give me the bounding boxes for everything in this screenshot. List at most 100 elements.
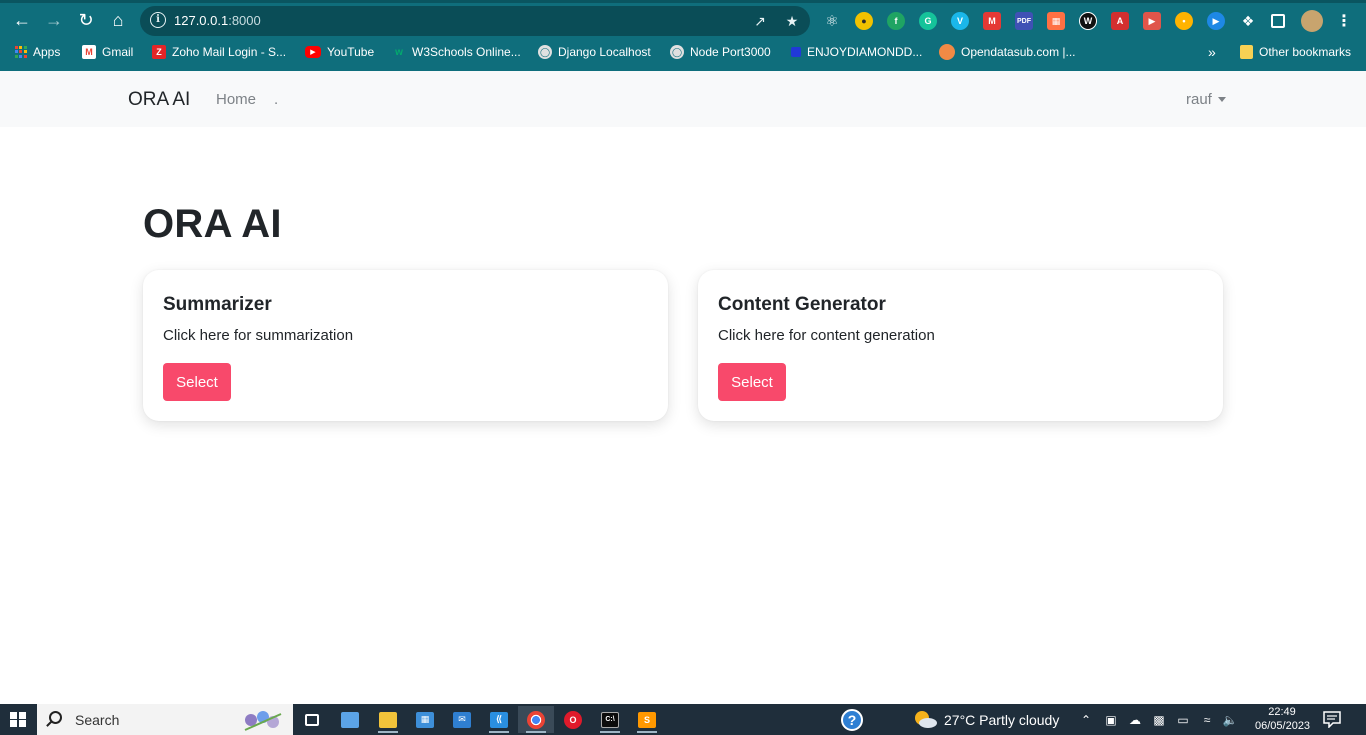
security-icon[interactable]: ▩ bbox=[1151, 712, 1167, 728]
bookmark-star-icon[interactable]: ★ bbox=[782, 11, 802, 31]
battery-icon[interactable]: ▭ bbox=[1175, 712, 1191, 728]
green-extension-icon[interactable]: f bbox=[887, 12, 905, 30]
multicolor-extension-icon[interactable]: • bbox=[1175, 12, 1193, 30]
pdf-extension-icon[interactable]: PDF bbox=[1015, 12, 1033, 30]
vimeo-icon[interactable]: V bbox=[951, 12, 969, 30]
grammarly-icon[interactable]: G bbox=[919, 12, 937, 30]
summarizer-select-button[interactable]: Select bbox=[163, 363, 231, 401]
bookmark-w3schools[interactable]: w W3Schools Online... bbox=[392, 43, 521, 61]
side-panel-icon[interactable] bbox=[1271, 14, 1285, 28]
content-generator-select-button[interactable]: Select bbox=[718, 363, 786, 401]
bookmark-label: W3Schools Online... bbox=[412, 45, 521, 59]
bookmark-gmail[interactable]: M Gmail bbox=[82, 43, 133, 61]
other-bookmarks-folder[interactable]: Other bookmarks bbox=[1240, 43, 1351, 61]
browser-menu-icon[interactable]: ⋮ bbox=[1335, 12, 1353, 30]
url-port: :8000 bbox=[228, 13, 261, 28]
taskbar-app-mail[interactable]: ✉ bbox=[444, 706, 480, 733]
media-extension-icon[interactable]: ▶ bbox=[1207, 12, 1225, 30]
bookmark-label: Apps bbox=[33, 45, 61, 59]
taskbar-app-remote[interactable] bbox=[332, 706, 368, 733]
start-button[interactable] bbox=[0, 704, 36, 735]
user-dropdown[interactable]: rauf bbox=[1186, 91, 1226, 108]
search-icon bbox=[49, 711, 62, 724]
browser-chrome: ← → ↻ ⌂ i 127.0.0.1:8000 ↗ ★ ⚛ ● f G V M… bbox=[0, 0, 1366, 71]
taskbar-app-sublime[interactable]: S bbox=[629, 706, 665, 733]
meet-now-icon[interactable]: ▣ bbox=[1103, 712, 1119, 728]
taskbar-clock[interactable]: 22:49 06/05/2023 bbox=[1255, 705, 1311, 733]
react-devtools-icon[interactable]: ⚛ bbox=[823, 12, 841, 30]
chevron-up-icon[interactable]: ⌃ bbox=[1078, 712, 1094, 728]
onedrive-cloud-icon[interactable]: ☁ bbox=[1127, 712, 1143, 728]
windows-taskbar: Search ▦ ✉ ⟪ O C:\ S ? 27°C Partly cloud… bbox=[0, 704, 1366, 735]
running-indicator bbox=[526, 731, 546, 733]
search-label: Search bbox=[75, 712, 120, 728]
url-text[interactable]: 127.0.0.1:8000 bbox=[174, 13, 261, 28]
taskbar-app-opera[interactable]: O bbox=[555, 706, 591, 733]
bookmark-label: Django Localhost bbox=[558, 45, 651, 59]
opera-icon: O bbox=[564, 710, 582, 729]
folder-icon bbox=[1240, 45, 1253, 59]
bookmark-node[interactable]: ◯ Node Port3000 bbox=[670, 43, 771, 61]
url-host: 127.0.0.1 bbox=[174, 13, 229, 28]
profile-avatar[interactable] bbox=[1301, 10, 1323, 32]
globe-icon: ◯ bbox=[538, 45, 552, 59]
zoho-icon: Z bbox=[152, 45, 166, 59]
sublime-text-icon: S bbox=[638, 711, 656, 728]
w-extension-icon[interactable]: W bbox=[1079, 12, 1097, 30]
site-info-icon[interactable]: i bbox=[150, 12, 166, 28]
acrobat-icon[interactable]: A bbox=[1111, 12, 1129, 30]
monitor-icon bbox=[341, 711, 359, 728]
w3schools-icon: w bbox=[395, 46, 403, 58]
taskbar-search[interactable]: Search bbox=[37, 704, 293, 735]
taskbar-app-chrome[interactable] bbox=[518, 706, 554, 733]
more-bookmarks-button[interactable]: » bbox=[1208, 43, 1216, 61]
forward-arrow-icon[interactable]: → bbox=[42, 8, 66, 32]
bookmark-opendatasub[interactable]: Opendatasub.com |... bbox=[939, 43, 1076, 61]
mega-icon[interactable]: M bbox=[983, 12, 1001, 30]
taskbar-app-store[interactable]: ▦ bbox=[407, 706, 443, 733]
wifi-icon[interactable]: ≈ bbox=[1199, 712, 1215, 728]
diamond-icon bbox=[791, 47, 801, 57]
taskbar-app-vscode[interactable]: ⟪ bbox=[481, 706, 517, 733]
taskbar-app-file-explorer[interactable] bbox=[370, 706, 406, 733]
navbar-brand[interactable]: ORA AI bbox=[128, 89, 190, 111]
extensions-puzzle-icon[interactable]: ❖ bbox=[1239, 12, 1257, 30]
bookmarks-bar: Apps M Gmail Z Zoho Mail Login - S... ▶ … bbox=[0, 40, 1366, 64]
lightbulb-extension-icon[interactable]: ● bbox=[855, 12, 873, 30]
terminal-icon: C:\ bbox=[601, 711, 619, 728]
running-indicator bbox=[489, 731, 509, 733]
bookmark-label: YouTube bbox=[327, 45, 375, 59]
reload-icon[interactable]: ↻ bbox=[74, 8, 98, 32]
home-icon[interactable]: ⌂ bbox=[106, 8, 130, 32]
card-text: Click here for summarization bbox=[163, 327, 354, 344]
globe-icon: ◯ bbox=[670, 45, 684, 59]
taskbar-app-terminal[interactable]: C:\ bbox=[592, 706, 628, 733]
gmail-icon: M bbox=[82, 45, 96, 59]
bookmark-youtube[interactable]: ▶ YouTube bbox=[305, 43, 374, 61]
bookmark-label: ENJOYDIAMONDD... bbox=[807, 45, 923, 59]
page-title: ORA AI bbox=[143, 202, 282, 246]
task-view-button[interactable] bbox=[294, 706, 330, 733]
back-arrow-icon[interactable]: ← bbox=[10, 8, 34, 32]
bookmark-zoho[interactable]: Z Zoho Mail Login - S... bbox=[152, 43, 286, 61]
clock-date: 06/05/2023 bbox=[1255, 720, 1311, 732]
bookmark-django[interactable]: ◯ Django Localhost bbox=[538, 43, 651, 61]
bookmark-apps[interactable]: Apps bbox=[14, 43, 60, 61]
card-title: Summarizer bbox=[163, 294, 272, 315]
address-bar[interactable]: i 127.0.0.1:8000 ↗ ★ bbox=[140, 6, 810, 36]
audio-extension-icon[interactable]: ▶ bbox=[1143, 12, 1161, 30]
site-navbar: ORA AI Home . rauf bbox=[0, 71, 1366, 127]
store-icon: ▦ bbox=[416, 711, 434, 728]
screenshot-extension-icon[interactable]: ▦ bbox=[1047, 12, 1065, 30]
help-icon[interactable]: ? bbox=[841, 709, 863, 731]
card-title: Content Generator bbox=[718, 294, 886, 315]
volume-icon[interactable]: 🔈 bbox=[1222, 712, 1238, 728]
notification-center-icon[interactable] bbox=[1322, 711, 1342, 728]
share-icon[interactable]: ↗ bbox=[750, 11, 770, 31]
youtube-icon: ▶ bbox=[305, 46, 321, 58]
browser-toolbar: ← → ↻ ⌂ i 127.0.0.1:8000 ↗ ★ ⚛ ● f G V M… bbox=[0, 4, 1366, 36]
bookmark-enjoydiamond[interactable]: ENJOYDIAMONDD... bbox=[791, 43, 922, 61]
weather-text[interactable]: 27°C Partly cloudy bbox=[944, 712, 1059, 728]
nav-link-home[interactable]: Home bbox=[216, 91, 256, 108]
opendata-icon bbox=[939, 44, 955, 60]
